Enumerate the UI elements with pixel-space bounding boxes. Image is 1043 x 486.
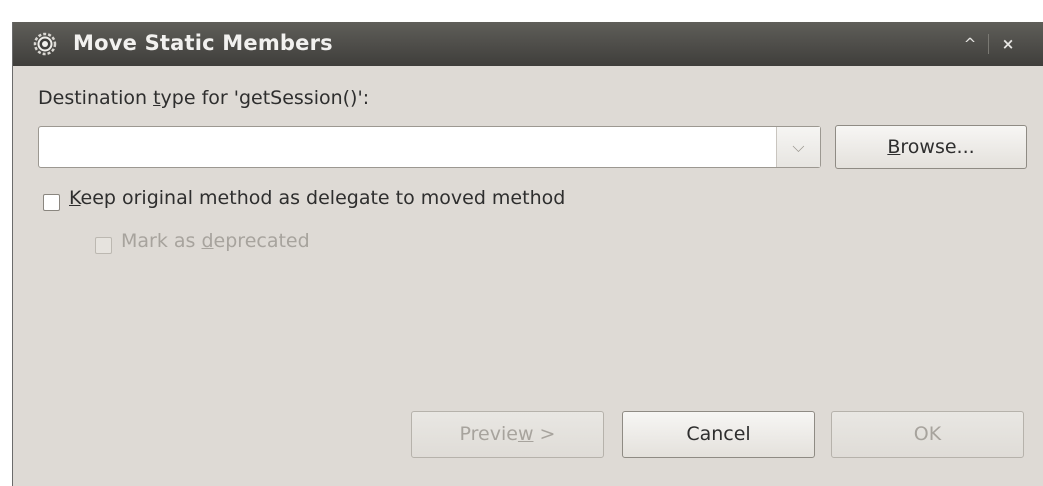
destination-type-label: Destination type for 'getSession()': <box>38 87 369 109</box>
cancel-button[interactable]: Cancel <box>622 411 815 458</box>
maximize-button[interactable]: ^ <box>955 33 985 55</box>
ok-button[interactable]: OK <box>831 411 1024 458</box>
destination-type-combo[interactable]: ⌵ <box>38 126 821 168</box>
destination-type-input[interactable] <box>39 127 774 167</box>
mark-deprecated-mnemonic: d <box>201 230 214 252</box>
dialog-titlebar[interactable]: Move Static Members ^ × <box>13 22 1043 66</box>
browse-button[interactable]: Browse... <box>835 125 1027 169</box>
browse-label: rowse... <box>900 136 975 158</box>
preview-button[interactable]: Preview > <box>411 411 604 458</box>
keep-delegate-text: eep original method as delegate to moved… <box>80 187 566 209</box>
preview-mnemonic: w <box>517 423 534 445</box>
close-button[interactable]: × <box>993 33 1023 55</box>
destination-label-mnemonic: t <box>153 87 161 109</box>
titlebar-separator <box>988 34 989 54</box>
destination-label-pre: Destination <box>38 87 154 109</box>
eclipse-gear-icon <box>33 32 57 56</box>
keep-delegate-checkbox[interactable] <box>43 194 60 211</box>
keep-delegate-label[interactable]: Keep original method as delegate to move… <box>69 187 565 209</box>
chevron-down-icon[interactable]: ⌵ <box>776 127 820 167</box>
mark-deprecated-label: Mark as deprecated <box>121 230 310 252</box>
mark-deprecated-checkbox[interactable] <box>95 237 112 254</box>
dialog-title: Move Static Members <box>73 31 333 55</box>
keep-delegate-mnemonic: K <box>69 187 81 209</box>
mark-deprecated-post: eprecated <box>213 230 310 252</box>
move-static-members-dialog: Move Static Members ^ × Destination type… <box>12 22 1043 486</box>
destination-label-post: ype for 'getSession()': <box>160 87 370 109</box>
browse-mnemonic: B <box>887 136 901 158</box>
preview-label-pre: Previe <box>459 423 518 445</box>
mark-deprecated-pre: Mark as <box>121 230 202 252</box>
preview-label-post: > <box>533 423 556 445</box>
